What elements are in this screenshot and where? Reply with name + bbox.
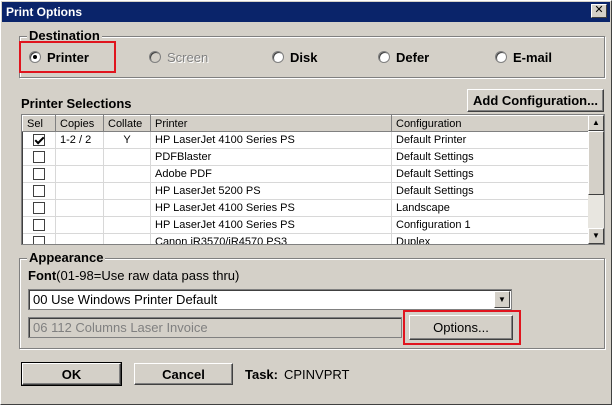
- printer-selections-label: Printer Selections: [21, 96, 132, 111]
- configuration-cell: Configuration 1: [391, 216, 589, 234]
- ok-button[interactable]: OK: [21, 362, 122, 386]
- printer-cell: PDFBlaster: [150, 148, 392, 166]
- add-configuration-button[interactable]: Add Configuration...: [467, 89, 604, 112]
- configuration-cell: Default Settings: [391, 148, 589, 166]
- table-row[interactable]: HP LaserJet 4100 Series PS Configuration…: [22, 216, 589, 234]
- column-header-configuration[interactable]: Configuration: [391, 115, 589, 132]
- font-hint: (01-98=Use raw data pass thru): [56, 268, 240, 283]
- collate-cell: [103, 199, 151, 217]
- printer-list[interactable]: Sel Copies Collate Printer Configuration…: [21, 114, 605, 245]
- chevron-down-icon[interactable]: ▼: [494, 291, 510, 308]
- task-value: CPINVPRT: [284, 367, 350, 382]
- window-title: Print Options: [6, 5, 82, 19]
- configuration-cell: Default Printer: [391, 131, 589, 149]
- font-label-row: Font(01-98=Use raw data pass thru): [28, 268, 239, 283]
- collate-cell: [103, 182, 151, 200]
- list-scrollbar[interactable]: ▲ ▼: [588, 115, 604, 244]
- printer-cell: HP LaserJet 4100 Series PS: [150, 216, 392, 234]
- printer-cell: Adobe PDF: [150, 165, 392, 183]
- copies-cell: [55, 233, 104, 244]
- copies-cell: 1-2 / 2: [55, 131, 104, 149]
- radio-disk-indicator[interactable]: [272, 51, 284, 63]
- radio-disk[interactable]: Disk: [272, 48, 317, 66]
- copies-cell: [55, 148, 104, 166]
- printer-table: Sel Copies Collate Printer Configuration…: [22, 115, 589, 244]
- radio-email-label: E-mail: [513, 49, 553, 65]
- form-field: 06 112 Columns Laser Invoice: [28, 317, 402, 338]
- radio-printer-indicator[interactable]: [29, 51, 41, 63]
- row-select-checkbox[interactable]: [32, 202, 45, 215]
- table-row[interactable]: HP LaserJet 5200 PS Default Settings: [22, 182, 589, 200]
- row-select-checkbox[interactable]: [32, 219, 45, 232]
- radio-screen-indicator: [149, 51, 161, 63]
- row-select-checkbox[interactable]: [32, 236, 45, 244]
- printer-cell: HP LaserJet 4100 Series PS: [150, 131, 392, 149]
- task-label: Task:: [245, 367, 278, 382]
- scroll-up-icon[interactable]: ▲: [588, 115, 604, 131]
- radio-printer[interactable]: Printer: [29, 48, 89, 66]
- copies-cell: [55, 165, 104, 183]
- configuration-cell: Default Settings: [391, 182, 589, 200]
- copies-cell: [55, 182, 104, 200]
- radio-defer-label: Defer: [396, 49, 430, 65]
- column-header-sel[interactable]: Sel: [22, 115, 56, 132]
- collate-cell: [103, 165, 151, 183]
- table-row[interactable]: 1-2 / 2 Y HP LaserJet 4100 Series PS Def…: [22, 131, 589, 149]
- close-icon[interactable]: ✕: [591, 4, 607, 18]
- row-select-checkbox[interactable]: [32, 134, 45, 147]
- font-select-value: 00 Use Windows Printer Default: [33, 292, 218, 307]
- radio-printer-label: Printer: [47, 49, 89, 65]
- table-row[interactable]: Canon iR3570/iR4570 PS3 Duplex: [22, 233, 589, 244]
- configuration-cell: Landscape: [391, 199, 589, 217]
- radio-email-indicator[interactable]: [495, 51, 507, 63]
- configuration-cell: Duplex: [391, 233, 589, 244]
- font-label: Font: [28, 268, 57, 283]
- radio-email[interactable]: E-mail: [495, 48, 552, 66]
- collate-cell: [103, 216, 151, 234]
- row-select-checkbox[interactable]: [32, 185, 45, 198]
- row-select-checkbox[interactable]: [32, 151, 45, 164]
- table-row[interactable]: Adobe PDF Default Settings: [22, 165, 589, 183]
- appearance-label: Appearance: [27, 250, 106, 265]
- radio-screen-label: Screen: [167, 49, 209, 65]
- cancel-button[interactable]: Cancel: [134, 363, 233, 385]
- collate-cell: [103, 148, 151, 166]
- radio-defer[interactable]: Defer: [378, 48, 429, 66]
- column-header-collate[interactable]: Collate: [103, 115, 151, 132]
- table-row[interactable]: HP LaserJet 4100 Series PS Landscape: [22, 199, 589, 217]
- table-header-row: Sel Copies Collate Printer Configuration: [22, 115, 589, 132]
- options-button[interactable]: Options...: [409, 315, 513, 340]
- scroll-thumb[interactable]: [588, 131, 604, 195]
- print-options-dialog: Print Options ✕ Destination Printer Scre…: [0, 0, 612, 405]
- column-header-printer[interactable]: Printer: [150, 115, 392, 132]
- collate-cell: [103, 233, 151, 244]
- configuration-cell: Default Settings: [391, 165, 589, 183]
- font-select[interactable]: 00 Use Windows Printer Default ▼: [28, 289, 512, 310]
- table-row[interactable]: PDFBlaster Default Settings: [22, 148, 589, 166]
- row-select-checkbox[interactable]: [32, 168, 45, 181]
- radio-disk-label: Disk: [290, 49, 318, 65]
- copies-cell: [55, 216, 104, 234]
- copies-cell: [55, 199, 104, 217]
- collate-cell: Y: [103, 131, 151, 149]
- radio-screen: Screen: [149, 48, 208, 66]
- task-indicator: Task: CPINVPRT: [245, 367, 350, 382]
- printer-cell: HP LaserJet 4100 Series PS: [150, 199, 392, 217]
- form-field-value: 06 112 Columns Laser Invoice: [33, 320, 208, 335]
- printer-cell: Canon iR3570/iR4570 PS3: [150, 233, 392, 244]
- scroll-down-icon[interactable]: ▼: [588, 228, 604, 244]
- title-bar: Print Options ✕: [2, 2, 610, 22]
- radio-defer-indicator[interactable]: [378, 51, 390, 63]
- column-header-copies[interactable]: Copies: [55, 115, 104, 132]
- printer-cell: HP LaserJet 5200 PS: [150, 182, 392, 200]
